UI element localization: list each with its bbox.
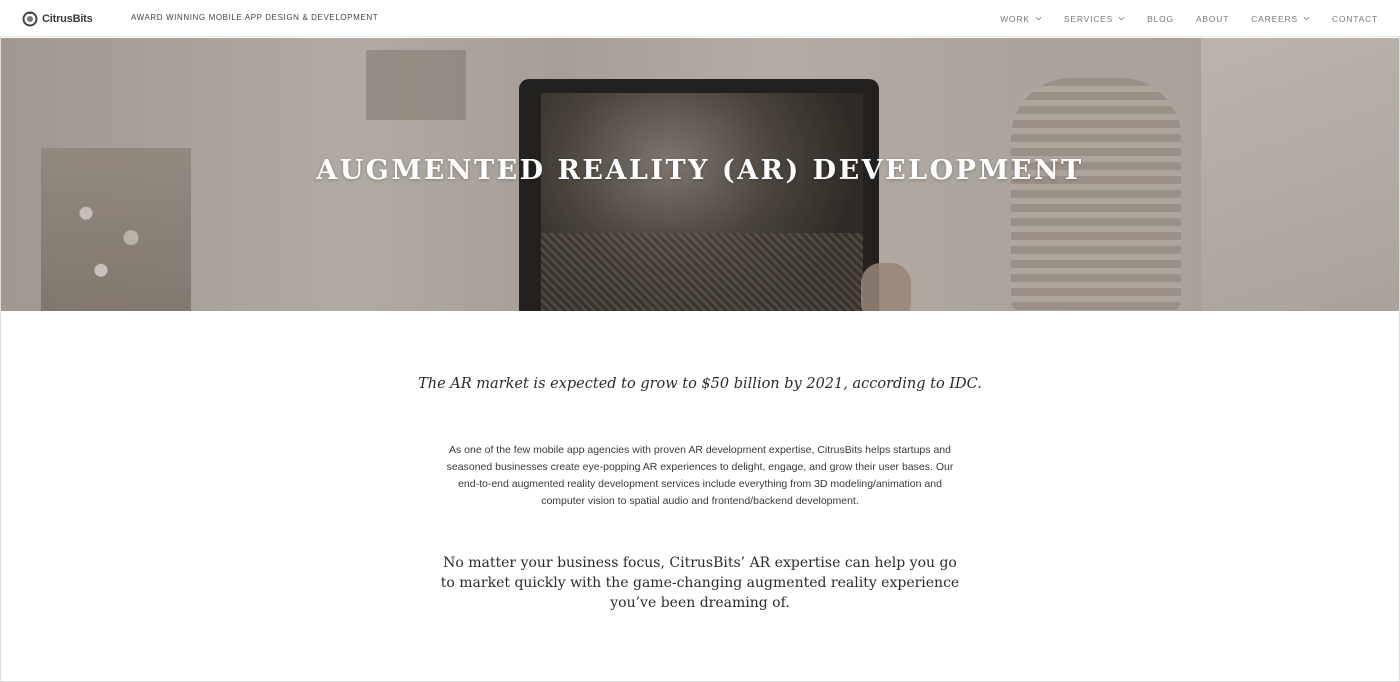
nav-item-label: CONTACT bbox=[1331, 13, 1378, 24]
nav-item-label: WORK bbox=[1000, 13, 1030, 24]
intro-quote: The AR market is expected to grow to $50… bbox=[418, 376, 982, 392]
nav-item-services[interactable]: SERVICES bbox=[1064, 14, 1125, 24]
nav-item-careers[interactable]: CAREERS bbox=[1251, 14, 1310, 24]
nav-item-blog[interactable]: BLOG bbox=[1147, 14, 1174, 24]
description-paragraph: As one of the few mobile app agencies wi… bbox=[446, 444, 954, 507]
nav-item-label: BLOG bbox=[1147, 13, 1174, 24]
citrus-logo-icon bbox=[22, 11, 38, 27]
nav-item-work[interactable]: WORK bbox=[1000, 14, 1042, 24]
chevron-down-icon bbox=[1035, 16, 1042, 21]
chevron-down-icon bbox=[1118, 16, 1125, 21]
site-header: CitrusBits AWARD WINNING MOBILE APP DESI… bbox=[0, 0, 1400, 37]
logo-link[interactable]: CitrusBits bbox=[22, 9, 93, 29]
page-title: AUGMENTED REALITY (AR) DEVELOPMENT bbox=[316, 155, 1084, 186]
chevron-down-icon bbox=[1303, 16, 1310, 21]
brand-tagline: AWARD WINNING MOBILE APP DESIGN & DEVELO… bbox=[131, 13, 379, 22]
nav-item-label: SERVICES bbox=[1063, 13, 1114, 24]
brand-name: CitrusBits bbox=[42, 13, 93, 25]
hero-banner: AUGMENTED REALITY (AR) DEVELOPMENT bbox=[1, 38, 1399, 311]
nav-item-about[interactable]: ABOUT bbox=[1196, 14, 1229, 24]
nav-item-label: CAREERS bbox=[1251, 13, 1298, 24]
main-nav: WORK SERVICES BLOG ABOUT CAREERS CONTACT bbox=[978, 0, 1378, 37]
nav-item-label: ABOUT bbox=[1195, 13, 1230, 24]
closing-statement: No matter your business focus, CitrusBit… bbox=[440, 555, 960, 611]
nav-item-contact[interactable]: CONTACT bbox=[1332, 14, 1378, 24]
